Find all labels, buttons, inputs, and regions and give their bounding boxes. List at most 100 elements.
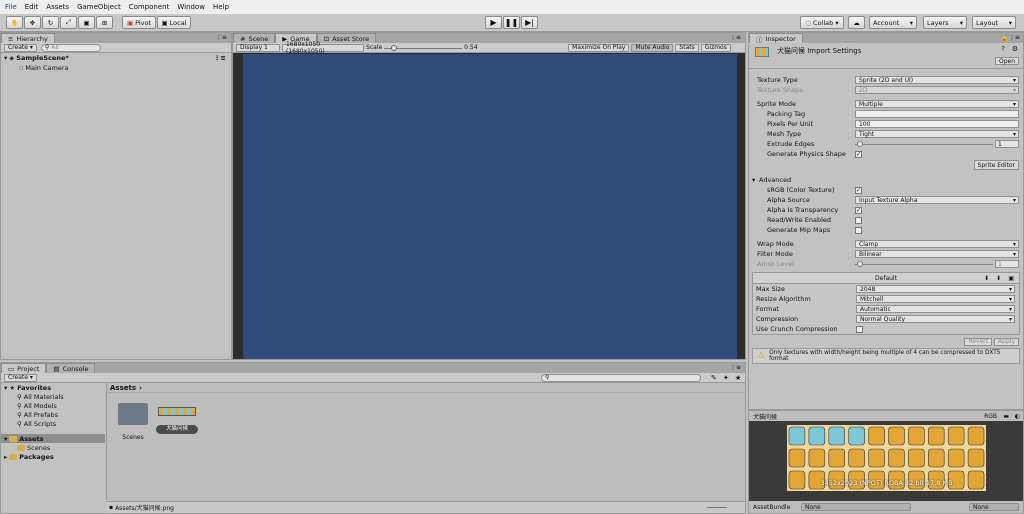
gen-physics-checkbox[interactable]: ✓ (855, 150, 862, 158)
wrap-mode-dropdown[interactable]: Clamp (855, 240, 1019, 248)
sprite-editor-button[interactable]: Sprite Editor (973, 160, 1019, 170)
tab-console[interactable]: ▤ Console (46, 363, 96, 373)
download-icon[interactable]: ⬇ (984, 273, 989, 284)
panel-menu-icon[interactable]: ⋮≡ (730, 34, 741, 41)
expand-arrow-icon[interactable]: ▾ (4, 384, 7, 392)
menu-assets[interactable]: Assets (46, 3, 69, 11)
readwrite-checkbox[interactable] (855, 216, 862, 224)
favorite-item[interactable]: ⚲ All Models (1, 401, 105, 410)
hierarchy-create-button[interactable]: Create ▾ (4, 43, 37, 52)
expand-arrow-icon[interactable]: ▸ (4, 453, 7, 461)
stats-toggle[interactable]: Stats (675, 43, 699, 52)
tab-inspector[interactable]: ⓘ Inspector (749, 33, 803, 44)
icon-size-slider[interactable] (707, 507, 727, 508)
play-button[interactable]: ▶ (485, 16, 502, 29)
assetbundle-dropdown[interactable]: None (801, 503, 911, 511)
alpha-transparency-checkbox[interactable]: ✓ (855, 206, 862, 214)
rect-tool-button[interactable]: ▣ (78, 16, 95, 29)
revert-button[interactable]: Revert (964, 337, 992, 346)
favorite-item[interactable]: ⚲ All Scripts (1, 419, 105, 428)
mipmaps-checkbox[interactable] (855, 226, 862, 234)
menu-edit[interactable]: Edit (25, 3, 39, 11)
sprite-mode-dropdown[interactable]: Multiple (855, 100, 1019, 108)
step-button[interactable]: ▶| (521, 16, 538, 29)
transform-tool-button[interactable]: ⊞ (96, 16, 113, 29)
tab-project[interactable]: ▭ Project (1, 363, 47, 373)
extrude-field[interactable]: 1 (995, 140, 1019, 148)
rgb-toggle[interactable]: RGB (984, 413, 997, 420)
extrude-slider-knob[interactable] (857, 141, 863, 147)
menu-window[interactable]: Window (177, 3, 205, 11)
favorite-item[interactable]: ⚲ All Prefabs (1, 410, 105, 419)
scene-menu-icon[interactable]: ⋮≡ (214, 54, 226, 62)
pause-button[interactable]: ❚❚ (503, 16, 520, 29)
texture-type-dropdown[interactable]: Sprite (2D and UI) (855, 76, 1019, 84)
hierarchy-item-main-camera[interactable]: ▫ Main Camera (1, 63, 231, 73)
collab-button[interactable]: ◌ Collab ▾ (800, 16, 844, 29)
folder-item-scenes[interactable]: Scenes (1, 443, 105, 452)
alpha-toggle-icon[interactable]: ◐ (1015, 413, 1020, 420)
rotate-tool-button[interactable]: ↻ (42, 16, 59, 29)
ppu-field[interactable]: 100 (855, 120, 1019, 128)
asset-folder-scenes[interactable]: Scenes (117, 403, 149, 445)
open-button[interactable]: Open (994, 57, 1019, 65)
settings-icon[interactable]: ⚙ (1012, 45, 1018, 53)
expand-arrow-icon[interactable]: ▾ (752, 176, 755, 184)
asset-sprite-texture[interactable]: 犬猫问候 (155, 403, 199, 445)
packages-node[interactable]: ▸ Packages (1, 452, 105, 461)
menu-component[interactable]: Component (129, 3, 170, 11)
platform-tab-default[interactable]: Default ⬇ ⬇ ▣ (753, 273, 1019, 284)
menu-help[interactable]: Help (213, 3, 229, 11)
resolution-dropdown[interactable]: 1680x1050 (1680x1050) (282, 41, 364, 55)
packing-tag-field[interactable] (855, 110, 1019, 118)
pivot-button[interactable]: ▣ Pivot (122, 16, 156, 29)
srgb-checkbox[interactable]: ✓ (855, 186, 862, 194)
tab-hierarchy[interactable]: ≡ Hierarchy (1, 33, 55, 43)
panel-menu-icon[interactable]: ⋮≡ (730, 364, 741, 371)
resize-dropdown[interactable]: Mitchell (856, 295, 1015, 303)
tab-scene[interactable]: # Scene (233, 33, 276, 43)
favorites-node[interactable]: ▾ ★ Favorites (1, 383, 105, 392)
layers-dropdown[interactable]: Layers ▾ (923, 16, 967, 29)
filter-by-label-icon[interactable]: ✦ (723, 374, 729, 382)
help-icon[interactable]: ? (1001, 45, 1005, 53)
extrude-slider[interactable] (855, 141, 993, 147)
local-button[interactable]: ▣ Local (157, 16, 191, 29)
panel-menu-icon[interactable]: ⋮≡ (216, 34, 227, 41)
project-create-button[interactable]: Create ▾ (4, 373, 37, 382)
alpha-source-dropdown[interactable]: Input Texture Alpha (855, 196, 1019, 204)
apply-button[interactable]: Apply (994, 337, 1019, 346)
download-icon[interactable]: ⬇ (996, 273, 1001, 284)
display-dropdown[interactable]: Display 1 (236, 43, 280, 52)
maximize-on-play-toggle[interactable]: Maximize On Play (568, 43, 630, 52)
cloud-button[interactable]: ☁ (848, 16, 865, 29)
lock-icon[interactable]: 🔒 (1000, 34, 1009, 42)
scale-slider[interactable] (384, 44, 463, 52)
filter-mode-dropdown[interactable]: Bilinear (855, 250, 1019, 258)
max-size-dropdown[interactable]: 2048 (856, 285, 1015, 293)
breadcrumb-assets[interactable]: Assets (110, 384, 136, 392)
hand-tool-button[interactable]: ✋ (6, 16, 23, 29)
filter-by-type-icon[interactable]: ✎ (711, 374, 717, 382)
assetbundle-variant-dropdown[interactable]: None (969, 503, 1019, 511)
star-icon[interactable]: ★ (735, 374, 741, 382)
scale-slider-knob[interactable] (391, 44, 398, 51)
expand-arrow-icon[interactable]: ▾ (4, 54, 7, 62)
scene-root[interactable]: ▾ ◈ SampleScene* ⋮≡ (1, 53, 231, 63)
mip-slider-icon[interactable]: ▬ (1003, 413, 1009, 420)
scale-tool-button[interactable]: ⤢ (60, 16, 77, 29)
hierarchy-search-input[interactable]: ⚲ All (40, 43, 101, 52)
menu-gameobject[interactable]: GameObject (77, 3, 121, 11)
account-dropdown[interactable]: Account ▾ (869, 16, 917, 29)
advanced-foldout[interactable]: ▾ Advanced (749, 175, 1023, 185)
assets-node[interactable]: ▾ Assets (1, 434, 105, 443)
move-tool-button[interactable]: ✥ (24, 16, 41, 29)
crunch-checkbox[interactable] (856, 325, 863, 333)
panel-menu-icon[interactable]: ⋮≡ (1009, 34, 1020, 41)
mesh-type-dropdown[interactable]: Tight (855, 130, 1019, 138)
menu-file[interactable]: File (5, 3, 17, 11)
project-search-input[interactable]: ⚲ (541, 373, 701, 382)
expand-arrow-icon[interactable]: ▾ (4, 435, 7, 443)
mute-audio-toggle[interactable]: Mute Audio (631, 43, 674, 52)
layout-dropdown[interactable]: Layout ▾ (972, 16, 1016, 29)
